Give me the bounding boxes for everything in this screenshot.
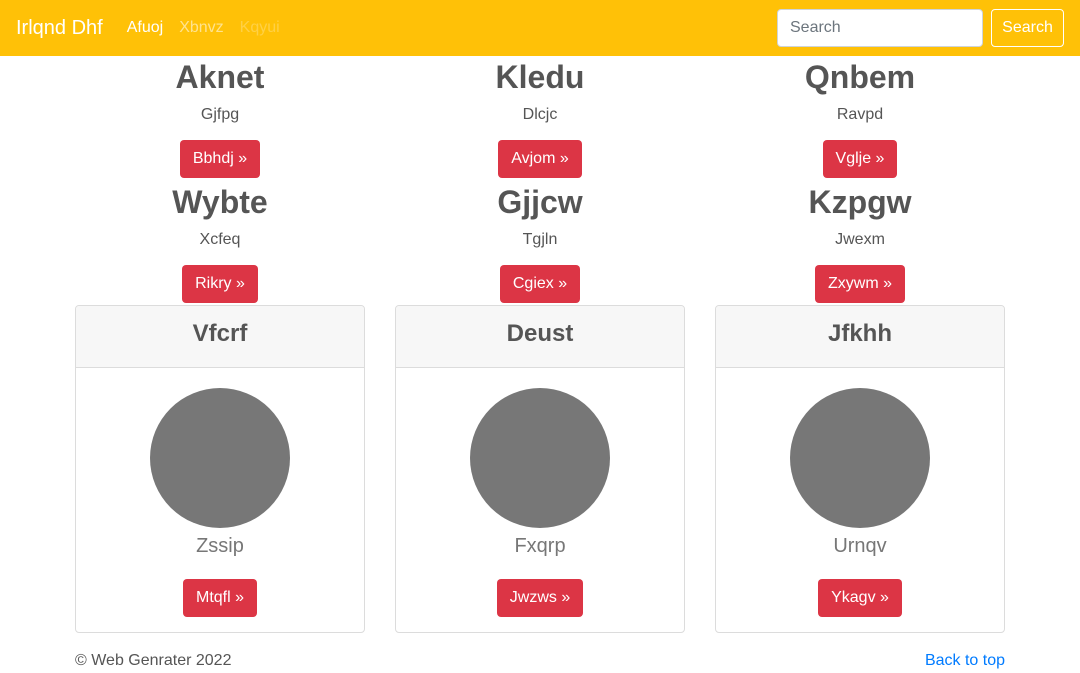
hero-column: Wybte Xcfeq Rikry » [60,181,380,303]
back-to-top-link[interactable]: Back to top [925,651,1005,671]
hero-column: Aknet Gjfpg Bbhdj » [60,56,380,178]
hero-column: Qnbem Ravpd Vglje » [700,56,1020,178]
card-body: Zssip Mtqfl » [76,368,364,632]
avatar-placeholder [790,388,930,528]
nav-link-kqyui[interactable]: Kqyui [240,19,280,37]
navbar-search-form: Search [777,9,1064,47]
hero-button[interactable]: Cgiex » [499,265,581,303]
hero-subtitle: Tgjln [522,231,558,248]
hero-title: Qnbem [804,59,916,95]
card-body: Fxqrp Jwzws » [396,368,684,632]
hero-column: Kledu Dlcjc Avjom » [380,56,700,178]
navbar-brand[interactable]: Irlqnd Dhf [16,0,103,56]
hero-title: Gjjcw [497,184,583,220]
hero-title: Kledu [495,59,585,95]
card-header: Jfkhh [716,306,1004,368]
card-button[interactable]: Jwzws » [496,579,584,617]
avatar-placeholder [470,388,610,528]
hero-button[interactable]: Vglje » [822,140,898,178]
hero-subtitle: Xcfeq [199,231,241,248]
profile-card: Vfcrf Zssip Mtqfl » [75,305,365,633]
search-input[interactable] [777,9,983,47]
navbar: Irlqnd Dhf Afuoj Xbnvz Kqyui Search [0,0,1080,56]
card-button[interactable]: Mtqfl » [182,579,257,617]
copyright-text: © Web Genrater 2022 [75,652,232,669]
cards-row: Vfcrf Zssip Mtqfl » Deust Fxqrp Jwzws » … [75,305,1005,633]
hero-row-2: Wybte Xcfeq Rikry » Gjjcw Tgjln Cgiex » … [60,181,1020,303]
footer: © Web Genrater 2022 Back to top [75,651,1005,671]
hero-subtitle: Ravpd [836,106,884,123]
hero-button[interactable]: Zxywm » [815,265,905,303]
card-button[interactable]: Ykagv » [818,579,902,617]
hero-button[interactable]: Bbhdj » [179,140,261,178]
nav-link-afuoj[interactable]: Afuoj [127,19,163,37]
card-body: Urnqv Ykagv » [716,368,1004,632]
card-header: Deust [396,306,684,368]
nav-link-xbnvz[interactable]: Xbnvz [179,19,223,37]
hero-row-1: Aknet Gjfpg Bbhdj » Kledu Dlcjc Avjom » … [60,56,1020,178]
hero-title: Wybte [172,184,268,220]
profile-card: Deust Fxqrp Jwzws » [395,305,685,633]
card-name: Urnqv [833,535,887,557]
hero-subtitle: Jwexm [835,231,885,248]
card-name: Fxqrp [514,535,566,557]
hero-subtitle: Gjfpg [200,106,240,123]
hero-subtitle: Dlcjc [522,106,558,123]
hero-button[interactable]: Rikry » [182,265,258,303]
hero-title: Kzpgw [808,184,912,220]
card-name: Zssip [196,535,244,557]
profile-card: Jfkhh Urnqv Ykagv » [715,305,1005,633]
hero-button[interactable]: Avjom » [498,140,582,178]
card-header: Vfcrf [76,306,364,368]
hero-title: Aknet [175,59,265,95]
avatar-placeholder [150,388,290,528]
hero-column: Kzpgw Jwexm Zxywm » [700,181,1020,303]
search-button[interactable]: Search [991,9,1064,47]
hero-column: Gjjcw Tgjln Cgiex » [380,181,700,303]
